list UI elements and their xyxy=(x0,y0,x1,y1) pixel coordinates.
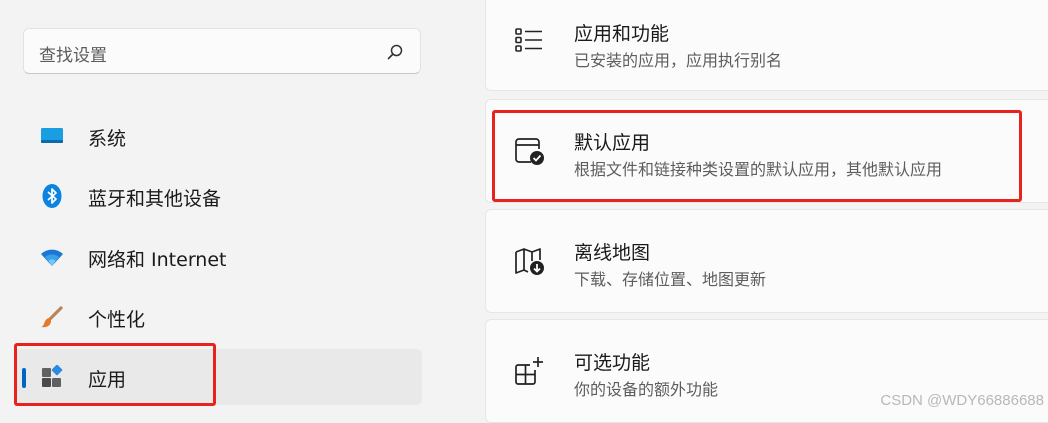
brush-icon xyxy=(41,306,63,328)
sidebar-item-label: 系统 xyxy=(88,128,127,150)
wifi-icon xyxy=(41,249,63,266)
card-title: 应用和功能 xyxy=(574,23,670,45)
card-apps-and-features[interactable]: 应用和功能 已安装的应用，应用执行别名 xyxy=(485,0,1048,91)
card-offline-maps[interactable]: 离线地图 下载、存储位置、地图更新 xyxy=(485,209,1048,313)
card-title: 离线地图 xyxy=(574,242,651,264)
system-icon xyxy=(41,128,63,143)
watermark: CSDN @WDY66886688 xyxy=(880,392,1044,409)
optional-features-icon xyxy=(515,357,543,385)
sidebar-item-system[interactable]: 系统 xyxy=(16,108,422,164)
card-title: 可选功能 xyxy=(574,352,651,374)
search-input[interactable]: 查找设置 xyxy=(39,41,107,66)
search-icon[interactable] xyxy=(386,43,404,61)
search-box[interactable]: 查找设置 xyxy=(23,28,421,74)
list-icon xyxy=(515,28,542,52)
highlight-box-apps xyxy=(14,343,216,406)
card-subtitle: 已安装的应用，应用执行别名 xyxy=(574,51,783,70)
sidebar-item-label: 个性化 xyxy=(88,309,146,331)
bluetooth-icon xyxy=(42,184,62,208)
sidebar-item-bluetooth[interactable]: 蓝牙和其他设备 xyxy=(16,168,422,224)
sidebar-item-label: 蓝牙和其他设备 xyxy=(88,188,222,210)
sidebar-item-network[interactable]: 网络和 Internet xyxy=(16,229,422,285)
highlight-box-default-apps xyxy=(492,110,1022,202)
card-subtitle: 下载、存储位置、地图更新 xyxy=(574,270,767,289)
offline-map-icon xyxy=(515,248,544,275)
card-subtitle: 你的设备的额外功能 xyxy=(574,380,719,399)
sidebar-item-personalization[interactable]: 个性化 xyxy=(16,289,422,345)
sidebar-item-label: 网络和 Internet xyxy=(88,249,227,271)
